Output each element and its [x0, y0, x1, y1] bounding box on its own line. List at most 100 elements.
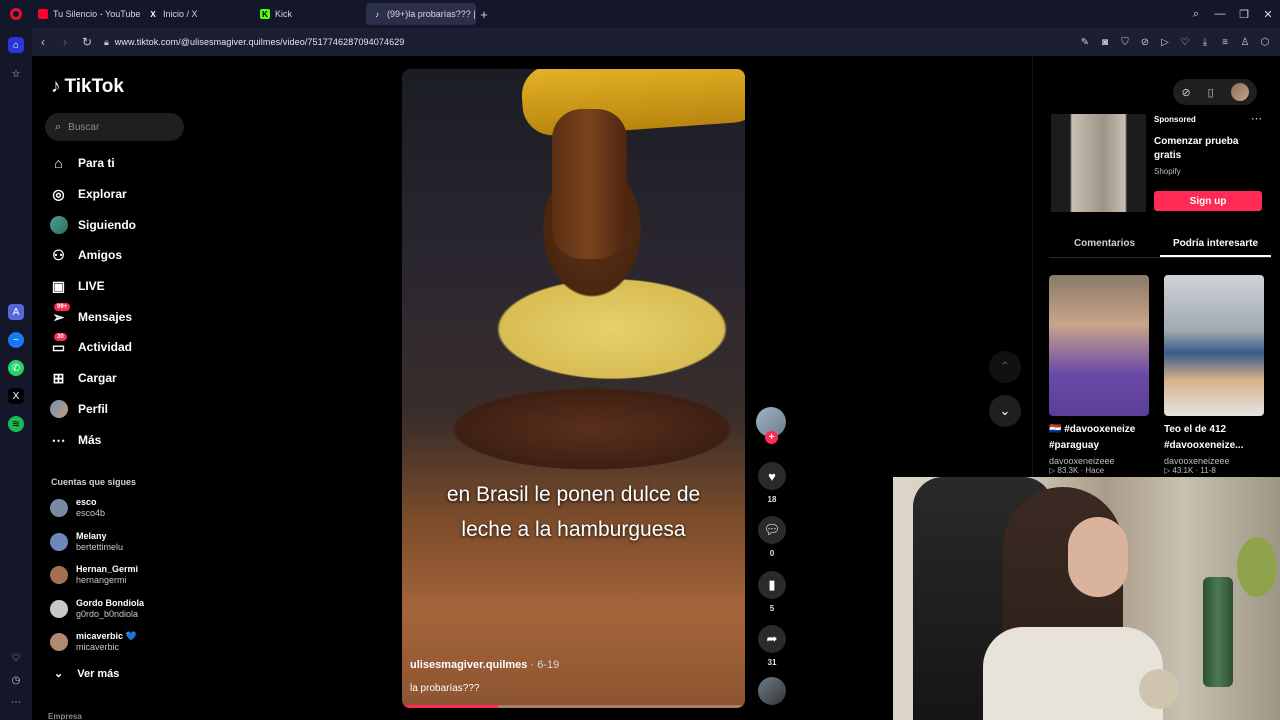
- nav-actividad[interactable]: ▭ 30 Actividad: [49, 332, 132, 359]
- search-icon: ⌕: [55, 120, 62, 133]
- top-right-toolbar: ⊘ ▯: [1173, 79, 1257, 105]
- spotify-icon[interactable]: ≋: [8, 416, 24, 432]
- following-item[interactable]: Melany bertettimelu: [50, 531, 123, 553]
- ad-cta-button[interactable]: Sign up: [1154, 191, 1262, 211]
- following-name: Hernan_Germi: [76, 564, 139, 574]
- more-sidebar-icon[interactable]: ⋯: [8, 694, 24, 710]
- tiktok-logo[interactable]: ♪ TikTok: [51, 76, 124, 98]
- ad-thumbnail[interactable]: [1051, 114, 1146, 212]
- tab-youtube[interactable]: Tu Silencio - YouTube: [32, 3, 142, 25]
- phone-icon[interactable]: ▯: [1208, 86, 1214, 99]
- following-name: Melany: [76, 531, 107, 541]
- share-button[interactable]: ➦ 31: [756, 625, 788, 667]
- shield-icon[interactable]: ⛉: [1118, 37, 1132, 48]
- nav-cargar[interactable]: ⊞ Cargar: [49, 366, 117, 390]
- reload-icon[interactable]: ↻: [76, 35, 98, 49]
- save-button[interactable]: ▮ 5: [756, 571, 788, 613]
- profile-icon[interactable]: ♙: [1238, 37, 1252, 48]
- activity-icon: ▭ 30: [51, 332, 67, 355]
- nav-mensajes[interactable]: ➢ 99+ Mensajes: [49, 302, 132, 329]
- messenger-icon[interactable]: ~: [8, 332, 24, 348]
- opera-logo-icon[interactable]: [0, 0, 32, 28]
- rec-thumbnail[interactable]: [1049, 275, 1149, 416]
- following-name: esco: [76, 497, 97, 507]
- tab-comentarios[interactable]: Comentarios: [1049, 228, 1160, 257]
- video-frame-chocolate: [552, 109, 627, 259]
- rec-meta: ▷ 83.3K · Hace: [1049, 466, 1105, 475]
- search-tabs-icon[interactable]: ⌕: [1184, 8, 1208, 21]
- creator-avatar[interactable]: +: [756, 407, 786, 444]
- tab-tiktok[interactable]: ♪ (99+)la probarías??? | han: [366, 3, 476, 25]
- ad-more-icon[interactable]: ⋯: [1251, 112, 1262, 125]
- recommended-video[interactable]: Teo el de 412 #davooxeneize... davooxenei…: [1164, 275, 1264, 475]
- close-icon[interactable]: ✕: [1256, 8, 1280, 21]
- following-item[interactable]: Hernan_Germi hernangermi: [50, 564, 138, 586]
- prev-video-button[interactable]: ⌃: [989, 351, 1021, 383]
- favorites-icon[interactable]: ♡: [8, 650, 24, 666]
- user-avatar[interactable]: [1230, 83, 1249, 101]
- avatar: [50, 566, 68, 584]
- search-box[interactable]: ⌕: [45, 113, 184, 141]
- see-more-link[interactable]: ⌄ Ver más: [54, 667, 119, 681]
- menu-icon[interactable]: ≡: [1218, 37, 1232, 48]
- new-tab-button[interactable]: +: [476, 6, 492, 22]
- nav-amigos[interactable]: ⚇ Amigos: [49, 243, 122, 267]
- vpn-icon[interactable]: ⊘: [1138, 37, 1152, 48]
- nav-perfil[interactable]: Perfil: [49, 397, 108, 421]
- url-field[interactable]: www.tiktok.com/@ulisesmagiver.quilmes/vi…: [115, 37, 405, 47]
- extensions-icon[interactable]: ⬡: [1258, 37, 1272, 48]
- pinboard-icon[interactable]: ☆: [8, 66, 24, 82]
- video-author[interactable]: ulisesmagiver.quilmes · 6-19: [410, 659, 559, 671]
- author-name[interactable]: ulisesmagiver.quilmes: [410, 659, 527, 671]
- footer-empresa[interactable]: Empresa: [48, 712, 82, 720]
- tiktok-favicon-icon: ♪: [375, 9, 379, 19]
- back-icon[interactable]: ‹: [32, 35, 54, 49]
- next-video-button[interactable]: ⌄: [989, 395, 1021, 427]
- mate-cup: [1139, 669, 1179, 709]
- following-item[interactable]: micaverbic 💙 micaverbic: [50, 631, 137, 653]
- video-player[interactable]: en Brasil le ponen dulce de leche a la h…: [402, 69, 745, 708]
- minimize-icon[interactable]: —: [1208, 8, 1232, 20]
- nav-explorar[interactable]: ◎ Explorar: [49, 182, 126, 206]
- tab-label: (99+)la probarías??? | han: [387, 9, 476, 19]
- whatsapp-icon[interactable]: ✆: [8, 360, 24, 376]
- nav-mas[interactable]: ⋯ Más: [49, 428, 102, 452]
- rec-user[interactable]: davooxeneizeee: [1049, 456, 1149, 466]
- ad-title[interactable]: Comenzar prueba gratis: [1154, 135, 1254, 163]
- nav-siguiendo[interactable]: Siguiendo: [49, 213, 136, 237]
- search-input[interactable]: [68, 121, 169, 133]
- recommended-video[interactable]: 🇵🇾 #davooxeneize #paraguay davooxeneizeee…: [1049, 275, 1149, 475]
- forward-icon[interactable]: ›: [54, 35, 76, 49]
- edit-icon[interactable]: ✎: [1078, 37, 1092, 48]
- download-icon[interactable]: ⤓: [1198, 37, 1212, 48]
- play-icon[interactable]: ▷: [1158, 37, 1172, 48]
- tab-x[interactable]: X Inicio / X: [142, 3, 254, 25]
- aria-icon[interactable]: A: [8, 304, 24, 320]
- tab-podria-interesarte[interactable]: Podría interesarte: [1160, 228, 1271, 257]
- x-sidebar-icon[interactable]: X: [8, 388, 24, 404]
- follow-plus-icon[interactable]: +: [765, 431, 778, 444]
- rec-thumbnail[interactable]: [1164, 275, 1264, 416]
- rec-title[interactable]: Teo el de 412 #davooxeneize...: [1164, 422, 1264, 454]
- video-progress-bar[interactable]: [402, 705, 745, 708]
- following-item[interactable]: Gordo Bondiola g0rdo_b0ndiola: [50, 598, 144, 620]
- nav-para-ti[interactable]: ⌂ Para ti: [49, 151, 114, 175]
- video-description: la probarías???: [410, 683, 480, 694]
- heart-icon[interactable]: ♡: [1178, 37, 1192, 48]
- nav-live[interactable]: ▣ LIVE: [49, 274, 105, 298]
- comment-button[interactable]: 💬︎ 0: [756, 516, 788, 558]
- following-item[interactable]: esco esco4b: [50, 497, 105, 519]
- like-button[interactable]: ♥ 18: [756, 462, 788, 504]
- sound-disc[interactable]: [756, 677, 788, 705]
- tab-kick[interactable]: K Kick: [254, 3, 366, 25]
- rec-user[interactable]: davooxeneizeee: [1164, 456, 1264, 466]
- maximize-icon[interactable]: ❐: [1232, 8, 1256, 21]
- home-sidebar-icon[interactable]: ⌂: [8, 37, 24, 53]
- history-icon[interactable]: ◷: [8, 672, 24, 688]
- rec-title[interactable]: 🇵🇾 #davooxeneize #paraguay: [1049, 422, 1149, 454]
- following-name: micaverbic 💙: [76, 631, 137, 641]
- coin-icon[interactable]: ⊘: [1181, 86, 1190, 99]
- lock-icon[interactable]: 🔒︎: [104, 37, 109, 48]
- share-icon: ➦: [758, 625, 786, 653]
- camera-icon[interactable]: ◙: [1098, 37, 1112, 48]
